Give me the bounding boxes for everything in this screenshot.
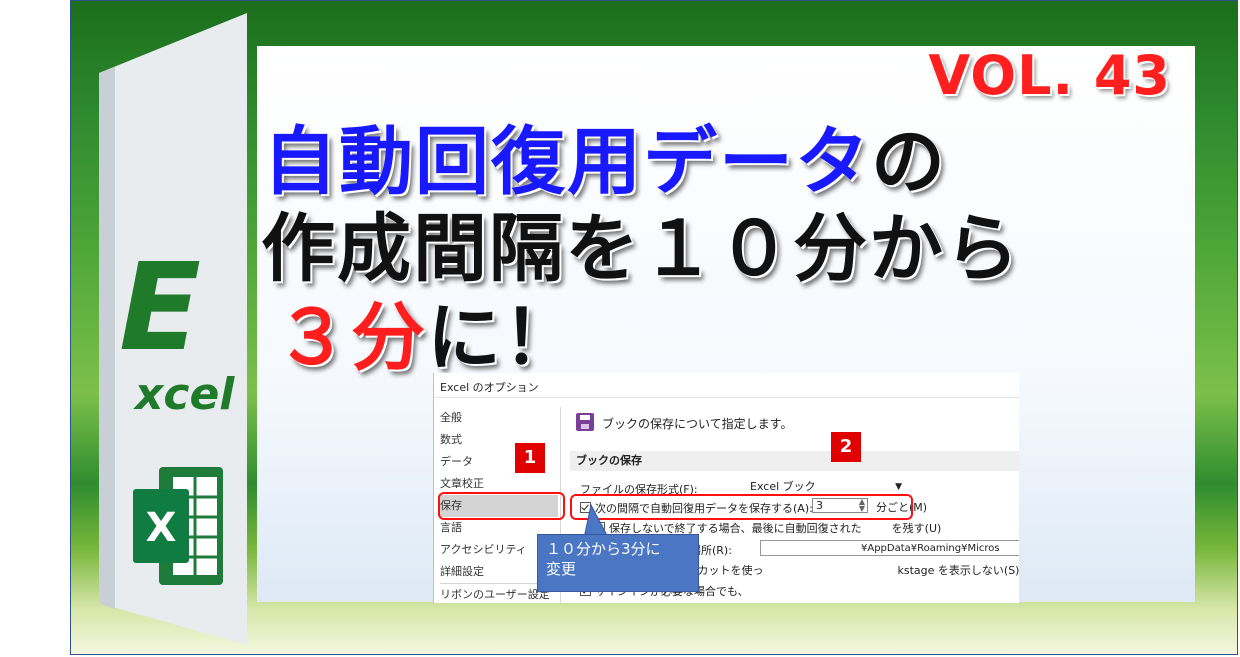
title-line-3: ３分に！	[275, 278, 579, 385]
save-icon	[576, 413, 594, 431]
nav-item-customize-ribbon[interactable]: リボンのユーザー設定	[440, 583, 550, 603]
dialog-title-divider	[434, 397, 1019, 398]
logo-word: xcel	[133, 369, 235, 420]
thumbnail-frame: E xcel X VOL. 43 自動回復用データの 作成間隔を１０分から ３分…	[70, 0, 1238, 655]
step-badge-2: 2	[831, 432, 861, 462]
chevron-down-icon: ▼	[895, 482, 902, 492]
nav-item-formulas[interactable]: 数式	[440, 429, 462, 451]
keep-last-tail: を残す(U)	[891, 522, 942, 535]
nav-item-advanced[interactable]: 詳細設定	[440, 561, 484, 583]
nav-item-general[interactable]: 全般	[440, 407, 462, 429]
volume-label: VOL. 43	[928, 44, 1171, 107]
autorecover-location-input[interactable]: ¥AppData¥Roaming¥Micros	[760, 540, 1019, 556]
keyboard-tail: kstage を表示しない(S)	[897, 564, 1020, 577]
title-line-3-red: ３分	[275, 295, 427, 381]
panel-header: ブックの保存について指定します。	[602, 417, 793, 431]
excel-options-dialog: Excel のオプション 全般 数式 データ 文章校正 保存 言語 アクセシビリ…	[433, 373, 1019, 603]
nav-item-accessibility[interactable]: アクセシビリティ	[440, 539, 527, 561]
format-select-value: Excel ブック	[750, 480, 816, 493]
section-title: ブックの保存	[570, 451, 1019, 471]
thumbnail-panel: VOL. 43 自動回復用データの 作成間隔を１０分から ３分に！ Excel …	[257, 44, 1195, 603]
excel-icon-letter: X	[146, 505, 177, 551]
nav-item-language[interactable]: 言語	[440, 517, 462, 539]
nav-item-data[interactable]: データ	[440, 451, 473, 473]
format-select[interactable]: Excel ブック ▼	[746, 479, 906, 495]
dialog-title: Excel のオプション	[440, 381, 539, 394]
logo-letter-e: E	[119, 239, 201, 378]
title-line-3-black: に！	[427, 295, 579, 381]
location-value: ¥AppData¥Roaming¥Micros	[861, 543, 1000, 554]
change-callout: １０分から3分に 変更	[537, 534, 699, 592]
step-badge-1: 1	[515, 443, 545, 473]
callout-text: １０分から3分に 変更	[546, 540, 661, 578]
excel-book-cover: E xcel X	[99, 13, 247, 645]
save-highlight-box	[438, 492, 565, 520]
